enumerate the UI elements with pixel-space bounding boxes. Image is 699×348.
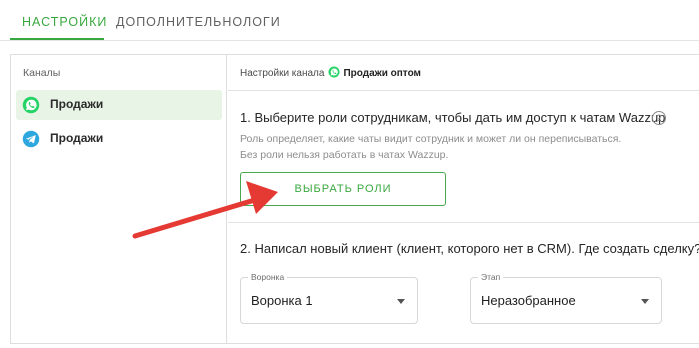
breadcrumb-channel-name: Продажи оптом: [343, 68, 421, 79]
sidebar-item-telegram-sales[interactable]: Продажи: [16, 124, 222, 154]
step1-description-line2: Без роли нельзя работать в чатах Wazzup.: [240, 149, 449, 161]
tab-settings[interactable]: НАСТРОЙКИ: [22, 0, 107, 41]
sidebar-item-label: Продажи: [50, 131, 104, 145]
top-tabs: НАСТРОЙКИ ДОПОЛНИТЕЛЬНО ЛОГИ: [0, 0, 699, 41]
step1-description-line1: Роль определяет, какие чаты видит сотруд…: [240, 133, 622, 145]
chevron-down-icon: [641, 299, 649, 304]
breadcrumb-prefix: Настройки канала: [240, 68, 325, 79]
divider: [228, 90, 699, 91]
funnel-select[interactable]: Воронка Воронка 1: [240, 272, 418, 324]
help-icon[interactable]: ?: [652, 111, 666, 125]
sidebar-title: Каналы: [23, 67, 61, 79]
telegram-icon: [22, 130, 40, 148]
channels-sidebar: Каналы Продажи Продажи: [11, 55, 227, 343]
whatsapp-icon: [22, 96, 40, 114]
tab-additional[interactable]: ДОПОЛНИТЕЛЬНО: [116, 0, 243, 41]
sidebar-item-label: Продажи: [50, 97, 104, 111]
settings-panel: Каналы Продажи Продажи Настройки канала: [10, 54, 699, 344]
select-roles-button[interactable]: ВЫБРАТЬ РОЛИ: [240, 172, 446, 206]
tab-logs[interactable]: ЛОГИ: [243, 0, 281, 41]
stage-select[interactable]: Этап Неразобранное: [470, 272, 662, 324]
channel-settings-content: Настройки канала Продажи оптом 1. Выбери…: [228, 55, 699, 343]
breadcrumb: Настройки канала Продажи оптом: [240, 66, 421, 79]
stage-select-value: Неразобранное: [481, 293, 576, 308]
step2-title: 2. Написал новый клиент (клиент, которог…: [240, 241, 699, 256]
active-tab-indicator: [10, 38, 104, 40]
funnel-select-label: Воронка: [248, 272, 288, 282]
divider: [228, 222, 699, 223]
whatsapp-icon: [328, 66, 340, 78]
stage-select-label: Этап: [478, 272, 504, 282]
sidebar-item-whatsapp-sales[interactable]: Продажи: [16, 90, 222, 120]
funnel-select-value: Воронка 1: [251, 293, 313, 308]
chevron-down-icon: [397, 299, 405, 304]
step1-title: 1. Выберите роли сотрудникам, чтобы дать…: [240, 110, 666, 125]
